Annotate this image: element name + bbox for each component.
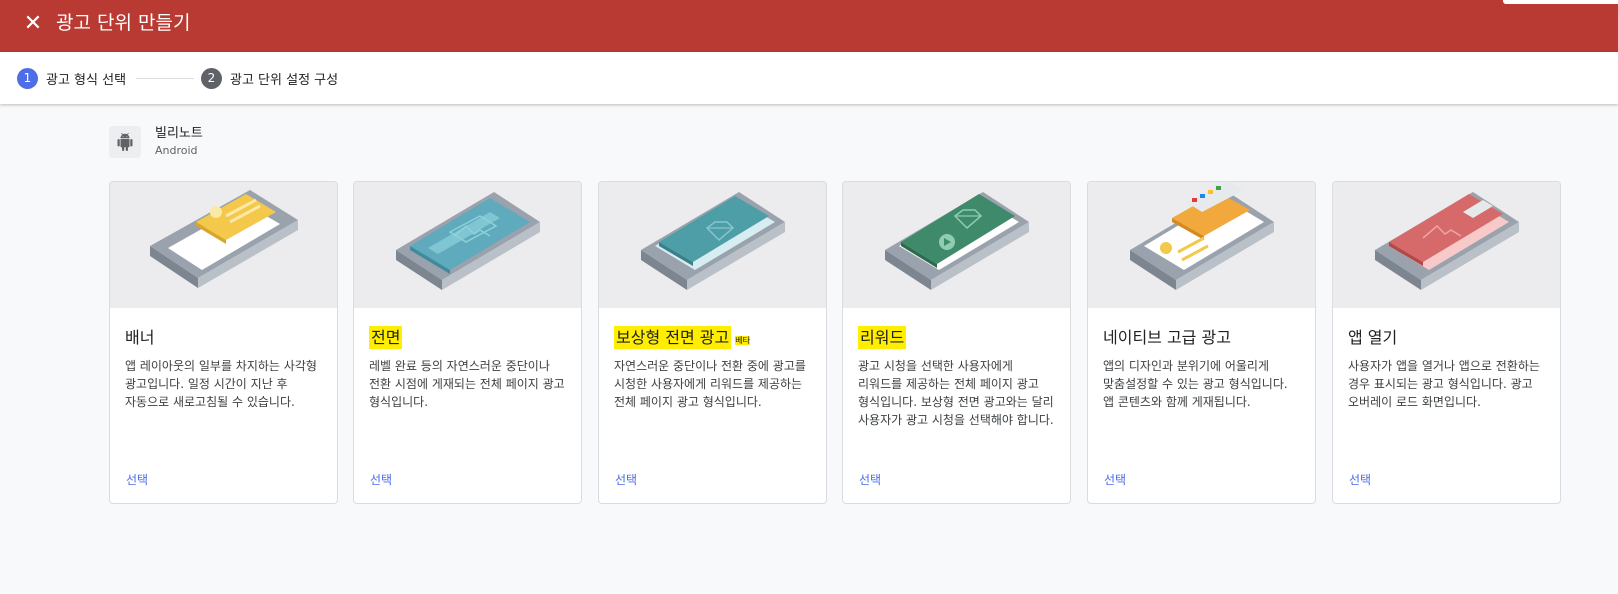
stepper: 1 광고 형식 선택 2 광고 단위 설정 구성 bbox=[0, 52, 1618, 104]
android-icon bbox=[109, 126, 141, 158]
step-1-number: 1 bbox=[17, 67, 38, 89]
card-title-text: 네이티브 고급 광고 bbox=[1103, 328, 1231, 347]
header-bar: ✕ 광고 단위 만들기 bbox=[0, 0, 1618, 52]
select-button[interactable]: 선택 bbox=[1104, 471, 1126, 488]
step-2-label: 광고 단위 설정 구성 bbox=[230, 72, 339, 88]
banner-illustration bbox=[110, 182, 337, 308]
page-title: 광고 단위 만들기 bbox=[56, 12, 191, 34]
step-1-label: 광고 형식 선택 bbox=[46, 72, 127, 88]
card-title-text: 전면 bbox=[369, 326, 403, 349]
card-title: 보상형 전면 광고 베타 bbox=[614, 326, 750, 352]
step-1[interactable]: 1 광고 형식 선택 bbox=[17, 67, 126, 89]
select-button[interactable]: 선택 bbox=[126, 471, 148, 488]
card-title-text: 앱 열기 bbox=[1348, 328, 1398, 347]
card-title: 리워드 bbox=[858, 326, 907, 349]
card-title-text: 보상형 전면 광고 bbox=[614, 326, 732, 349]
rewarded-illustration bbox=[843, 182, 1070, 308]
select-button[interactable]: 선택 bbox=[859, 471, 881, 488]
header-corner-tab bbox=[1503, 0, 1618, 4]
step-2[interactable]: 2 광고 단위 설정 구성 bbox=[201, 67, 338, 89]
beta-badge: 베타 bbox=[735, 336, 750, 345]
card-title-text: 배너 bbox=[125, 328, 155, 347]
ad-format-card-rewarded-interstitial[interactable]: 보상형 전면 광고 베타 자연스러운 중단이나 전환 중에 광고를 시청한 사용자… bbox=[598, 181, 827, 504]
card-title: 전면 bbox=[369, 326, 403, 349]
card-description: 자연스러운 중단이나 전환 중에 광고를 시청한 사용자에게 리워드를 제공하는… bbox=[614, 359, 806, 409]
ad-format-card-app-open[interactable]: 앱 열기 사용자가 앱을 열거나 앱으로 전환하는 경우 표시되는 광고 형식입… bbox=[1332, 181, 1561, 504]
select-button[interactable]: 선택 bbox=[615, 471, 637, 488]
ad-format-card-rewarded[interactable]: 리워드 광고 시청을 선택한 사용자에게 리워드를 제공하는 전체 페이지 광고… bbox=[842, 181, 1071, 504]
card-title: 배너 bbox=[125, 327, 154, 349]
rewarded-interstitial-illustration bbox=[599, 182, 826, 308]
ad-format-card-native-advanced[interactable]: 네이티브 고급 광고 앱의 디자인과 분위기에 어울리게 맞춤설정할 수 있는 … bbox=[1087, 181, 1316, 504]
card-description: 앱의 디자인과 분위기에 어울리게 맞춤설정할 수 있는 광고 형식입니다. 앱… bbox=[1103, 359, 1288, 409]
card-description: 광고 시청을 선택한 사용자에게 리워드를 제공하는 전체 페이지 광고 형식입… bbox=[858, 359, 1054, 427]
ad-format-card-interstitial[interactable]: 전면 레벨 완료 등의 자연스러운 중단이나 전환 시점에 게재되는 전체 페이… bbox=[353, 181, 582, 504]
select-button[interactable]: 선택 bbox=[370, 471, 392, 488]
select-button[interactable]: 선택 bbox=[1349, 471, 1371, 488]
close-icon[interactable]: ✕ bbox=[20, 11, 46, 37]
native-advanced-illustration bbox=[1088, 182, 1315, 308]
app-info: 빌리노트 Android bbox=[109, 126, 203, 158]
step-connector bbox=[136, 78, 194, 79]
step-2-number: 2 bbox=[201, 67, 222, 89]
card-description: 레벨 완료 등의 자연스러운 중단이나 전환 시점에 게재되는 전체 페이지 광… bbox=[369, 359, 565, 409]
card-description: 사용자가 앱을 열거나 앱으로 전환하는 경우 표시되는 광고 형식입니다. 광… bbox=[1348, 359, 1540, 409]
app-name: 빌리노트 bbox=[155, 126, 203, 141]
interstitial-illustration bbox=[354, 182, 581, 308]
app-open-illustration bbox=[1333, 182, 1560, 308]
card-description: 앱 레이아웃의 일부를 차지하는 사각형 광고입니다. 일정 시간이 지난 후 … bbox=[125, 359, 317, 409]
card-title: 앱 열기 bbox=[1348, 327, 1397, 349]
app-platform: Android bbox=[155, 144, 198, 157]
ad-format-card-banner[interactable]: 배너 앱 레이아웃의 일부를 차지하는 사각형 광고입니다. 일정 시간이 지난… bbox=[109, 181, 338, 504]
card-title-text: 리워드 bbox=[858, 326, 907, 349]
card-title: 네이티브 고급 광고 bbox=[1103, 327, 1231, 349]
